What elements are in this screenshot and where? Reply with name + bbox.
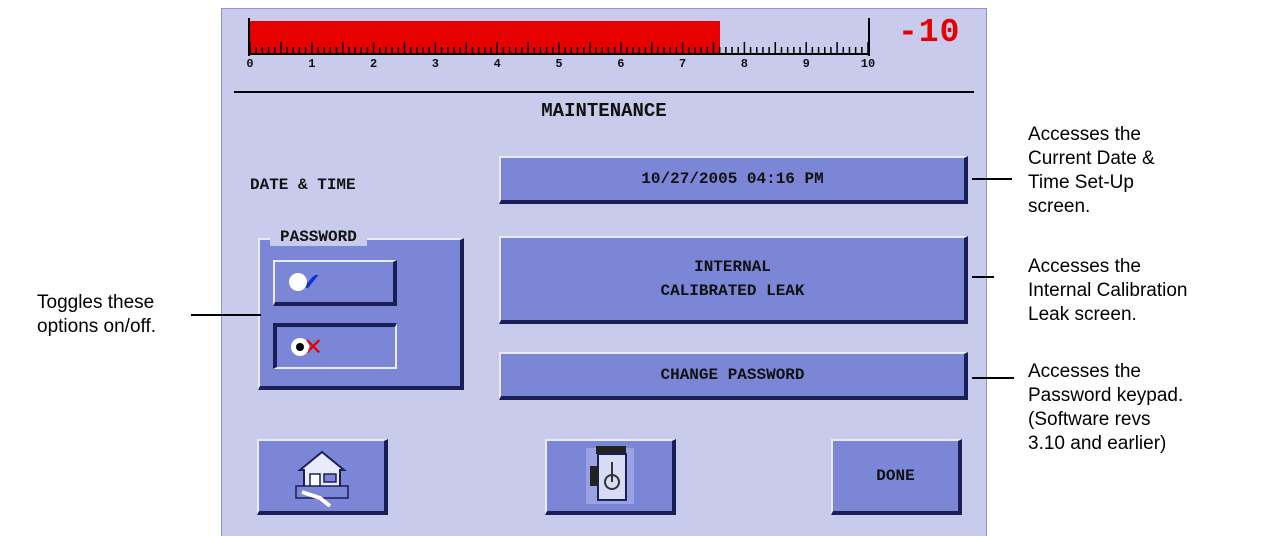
date-leader-line <box>972 178 1012 180</box>
bargraph-ticks <box>250 42 868 55</box>
password-callout-line4: 3.10 and earlier) <box>1028 433 1167 454</box>
password-off-radio <box>291 338 309 356</box>
date-time-button[interactable]: 10/27/2005 04:16 PM <box>499 156 968 204</box>
bargraph-tick-label: 1 <box>308 57 316 71</box>
leak-callout-line3: Leak screen. <box>1028 304 1137 325</box>
password-group-label: PASSWORD <box>270 228 367 246</box>
password-callout-line1: Accesses the <box>1028 361 1141 382</box>
password-off-button[interactable]: ✕ <box>273 323 397 369</box>
date-callout-line2: Current Date & <box>1028 148 1155 169</box>
bargraph-tick-label: 0 <box>246 57 254 71</box>
toggle-leader-line <box>191 314 261 316</box>
bargraph-tick-label: 7 <box>678 57 687 71</box>
leak-callout: Accesses the Internal Calibration Leak s… <box>1028 255 1187 327</box>
bargraph-tick-label: 6 <box>617 57 625 71</box>
internal-calibrated-leak-button[interactable]: INTERNAL CALIBRATED LEAK <box>499 236 968 324</box>
internal-leak-label-line1: INTERNAL <box>694 258 771 276</box>
done-label: DONE <box>876 467 915 485</box>
leak-rate-readout: -10 <box>898 14 961 51</box>
leak-rate-bargraph <box>248 18 870 56</box>
home-button[interactable] <box>257 439 388 515</box>
password-on-radio <box>289 273 307 291</box>
date-time-value: 10/27/2005 04:16 PM <box>641 170 824 188</box>
date-callout-line4: screen. <box>1028 196 1091 217</box>
password-leader-line <box>972 377 1014 379</box>
service-button[interactable] <box>545 439 676 515</box>
toggle-callout: Toggles these options on/off. <box>37 291 156 339</box>
password-on-button[interactable]: ✔ <box>273 260 397 306</box>
bargraph-tick-label: 2 <box>369 57 378 71</box>
bargraph-tick-label: 10 <box>860 57 876 71</box>
bargraph-tick-label: 5 <box>555 57 563 71</box>
change-password-button[interactable]: CHANGE PASSWORD <box>499 352 968 400</box>
bargraph-tick-label: 4 <box>493 57 501 71</box>
date-time-label: DATE & TIME <box>250 176 356 194</box>
service-icon <box>585 446 634 504</box>
page-title: MAINTENANCE <box>541 100 667 122</box>
header-divider <box>234 91 974 93</box>
date-callout-line1: Accesses the <box>1028 124 1141 145</box>
bargraph-tick-label: 8 <box>740 57 748 71</box>
password-callout: Accesses the Password keypad. (Software … <box>1028 360 1183 456</box>
toggle-callout-line2: options on/off. <box>37 316 157 337</box>
leak-callout-line1: Accesses the <box>1028 256 1141 277</box>
bargraph-tick-label: 3 <box>431 57 439 71</box>
leak-callout-line2: Internal Calibration <box>1028 280 1188 301</box>
bargraph-tick-label: 9 <box>802 57 810 71</box>
leak-leader-line <box>972 276 994 278</box>
change-password-label: CHANGE PASSWORD <box>660 366 805 384</box>
home-icon <box>294 450 349 508</box>
password-callout-line3: (Software revs <box>1028 409 1151 430</box>
date-callout: Accesses the Current Date & Time Set-Up … <box>1028 123 1155 219</box>
toggle-callout-line1: Toggles these <box>37 292 155 313</box>
password-callout-line2: Password keypad. <box>1028 385 1184 406</box>
internal-leak-label-line2: CALIBRATED LEAK <box>660 282 805 300</box>
done-button[interactable]: DONE <box>831 439 962 515</box>
date-callout-line3: Time Set-Up <box>1028 172 1134 193</box>
